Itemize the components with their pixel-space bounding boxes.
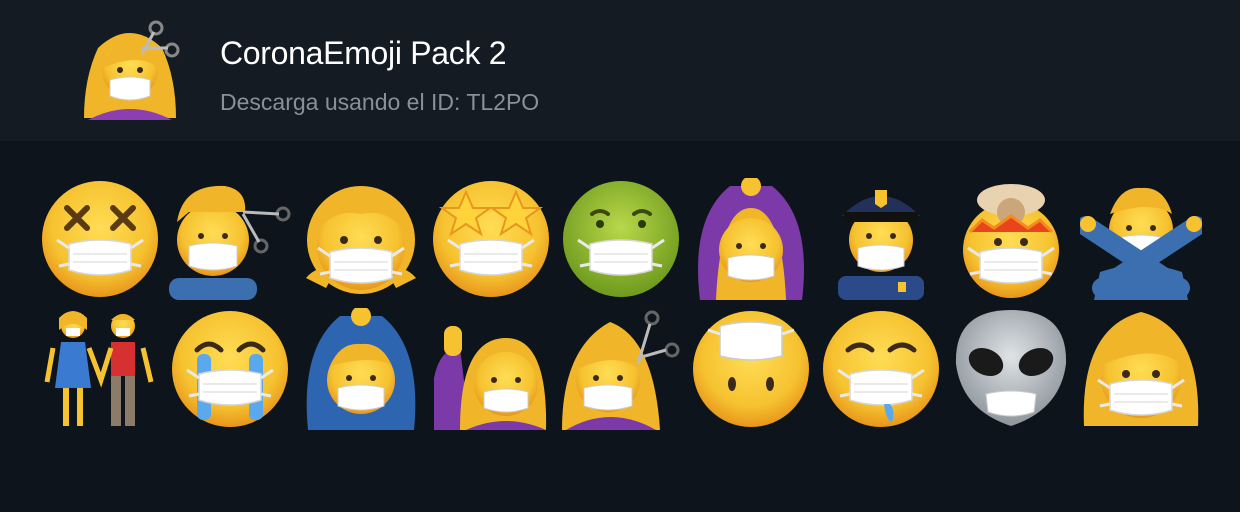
man-ok-gesture-mask-sticker[interactable] (300, 308, 422, 430)
nauseated-face-mask-sticker[interactable] (560, 178, 682, 300)
exploding-head-mask-sticker[interactable] (950, 178, 1072, 300)
man-haircut-mask-sticker[interactable] (169, 178, 291, 300)
police-officer-mask-sticker[interactable] (820, 178, 942, 300)
crying-face-mask-sticker[interactable] (169, 308, 291, 430)
woman-raising-hand-mask-sticker[interactable] (430, 308, 552, 430)
dizzy-face-mask-sticker[interactable] (39, 178, 161, 300)
drooling-face-mask-sticker[interactable] (820, 308, 942, 430)
alien-mask-sticker[interactable] (950, 308, 1072, 430)
girl-mask-sticker[interactable] (300, 178, 422, 300)
woman-ok-gesture-mask-sticker[interactable] (690, 178, 812, 300)
woman-mask-sticker[interactable] (1080, 308, 1202, 430)
couple-holding-hands-mask-sticker[interactable] (39, 308, 161, 430)
face-with-mask-over-eyes-sticker[interactable] (690, 308, 812, 430)
star-struck-mask-sticker[interactable] (430, 178, 552, 300)
sticker-grid (0, 0, 1240, 512)
man-no-gesture-mask-sticker[interactable] (1080, 178, 1202, 300)
woman-haircut-mask-sticker[interactable] (560, 308, 682, 430)
